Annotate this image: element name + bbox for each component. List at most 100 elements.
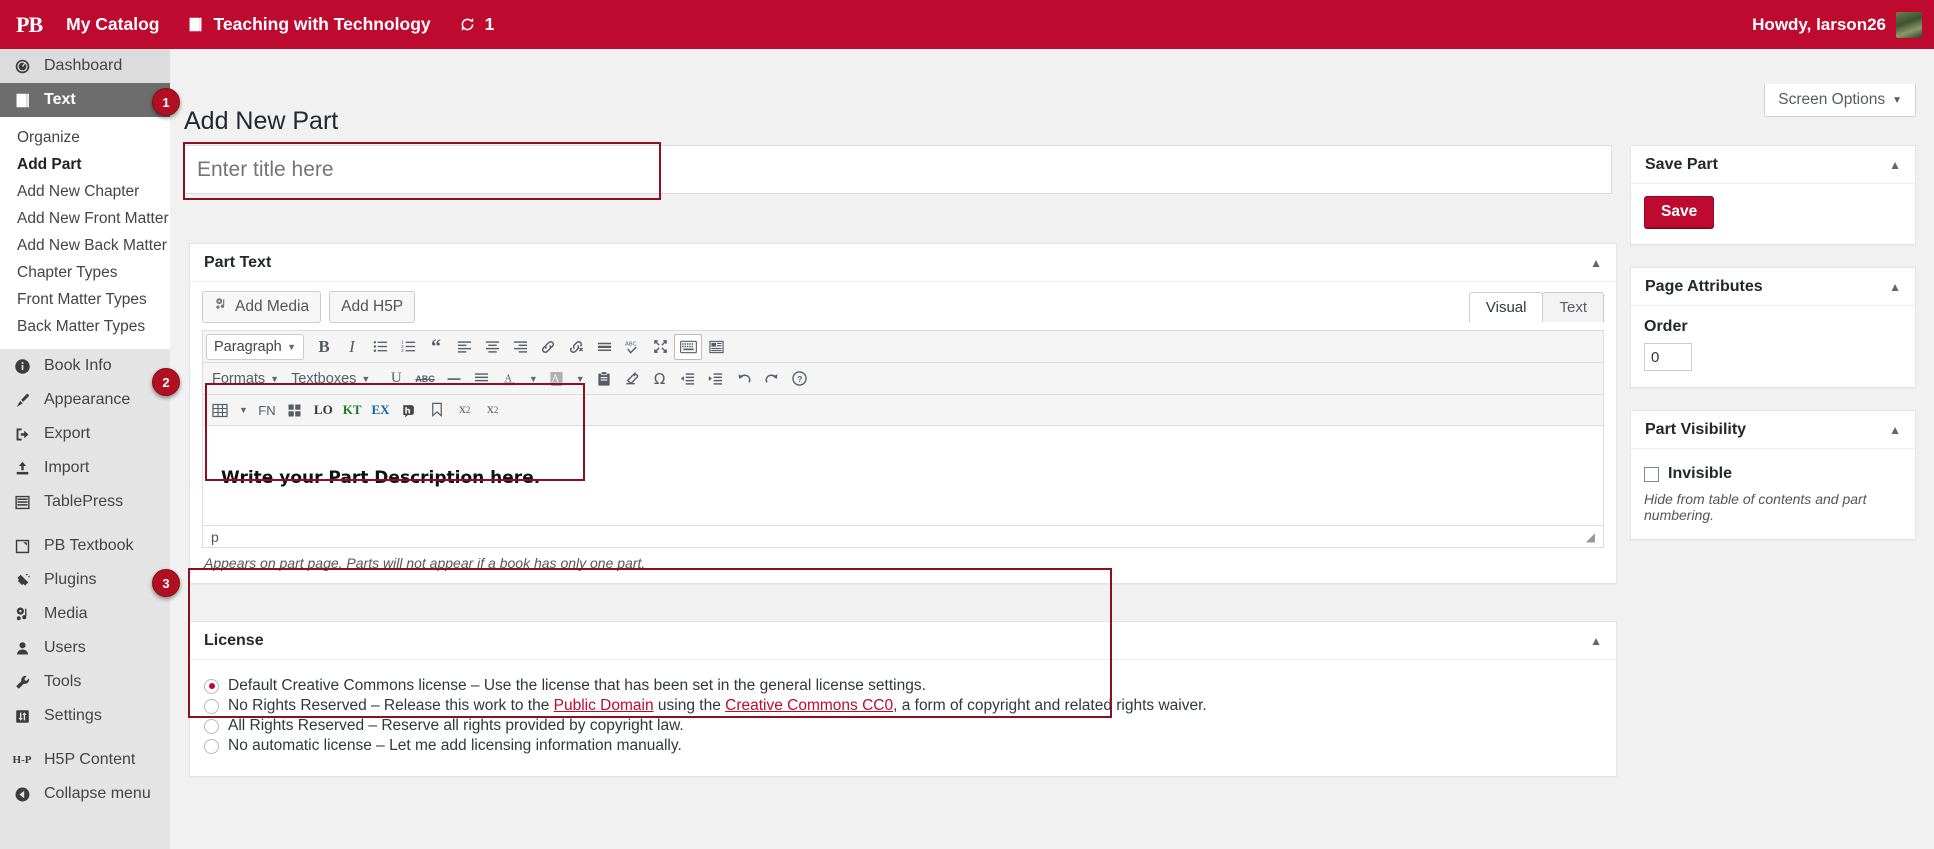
latex-lo-icon[interactable]: LO [309, 397, 338, 423]
invisible-checkbox[interactable] [1644, 466, 1659, 482]
order-input[interactable] [1644, 343, 1692, 371]
bold-icon[interactable]: B [310, 334, 338, 360]
paragraph-format-select[interactable]: Paragraph ▼ [206, 333, 304, 360]
collapse-toggle-icon[interactable]: ▲ [1889, 158, 1901, 172]
screen-options-toggle[interactable]: Screen Options ▼ [1764, 84, 1916, 117]
sidebar-item-users[interactable]: Users [0, 631, 170, 665]
sidebar-item-tablepress[interactable]: TablePress [0, 485, 170, 519]
collapse-toggle-icon[interactable]: ▲ [1590, 634, 1602, 648]
page-attributes-header[interactable]: Page Attributes ▲ [1631, 268, 1915, 306]
sidebar-item-plugins[interactable]: Plugins [0, 563, 170, 597]
table-icon[interactable] [206, 397, 234, 423]
radio-no-rights-reserved[interactable] [204, 698, 219, 714]
tab-visual[interactable]: Visual [1468, 292, 1544, 322]
paste-as-text-icon[interactable] [590, 366, 618, 392]
title-input[interactable] [184, 145, 1612, 194]
anchor-icon[interactable] [423, 397, 451, 423]
license-header[interactable]: License ▲ [190, 622, 1616, 660]
part-visibility-header[interactable]: Part Visibility ▲ [1631, 411, 1915, 449]
public-domain-link[interactable]: Public Domain [554, 697, 654, 714]
sidebar-item-media[interactable]: Media [0, 597, 170, 631]
clear-formatting-icon[interactable] [618, 366, 646, 392]
sidebar-item-dashboard[interactable]: Dashboard [0, 49, 170, 83]
align-right-icon[interactable] [506, 334, 534, 360]
blockquote-icon[interactable]: “ [422, 334, 450, 360]
fullscreen-icon[interactable] [646, 334, 674, 360]
editor-resize-handle[interactable]: ◢ [1586, 530, 1595, 544]
help-icon[interactable]: ? [786, 366, 814, 392]
save-part-header[interactable]: Save Part ▲ [1631, 146, 1915, 184]
tab-text[interactable]: Text [1542, 292, 1604, 322]
editor-content-area[interactable]: Write your Part Description here. [202, 426, 1604, 527]
sidebar-item-import[interactable]: Import [0, 451, 170, 485]
background-color-icon[interactable]: A [543, 366, 571, 392]
add-media-button[interactable]: Add Media [202, 291, 322, 324]
unlink-icon[interactable] [562, 334, 590, 360]
admin-bar-my-catalog[interactable]: My Catalog [52, 0, 173, 49]
formats-menu[interactable]: Formats ▼ [206, 371, 285, 387]
license-option-default[interactable]: Default Creative Commons license – Use t… [204, 676, 1602, 696]
admin-bar-site-name[interactable]: Teaching with Technology [173, 0, 444, 49]
italic-icon[interactable]: I [338, 334, 366, 360]
anchor-block-icon[interactable] [702, 334, 730, 360]
sidebar-item-settings[interactable]: Settings [0, 699, 170, 733]
invisible-checkbox-row[interactable]: Invisible [1644, 465, 1902, 483]
sidebar-item-appearance[interactable]: Appearance [0, 383, 170, 417]
pressbooks-logo[interactable]: PB [8, 12, 52, 38]
submenu-item-chapter-types[interactable]: Chapter Types [0, 259, 170, 286]
save-button[interactable]: Save [1644, 196, 1715, 228]
textboxes-menu[interactable]: Textboxes ▼ [285, 371, 376, 387]
align-left-icon[interactable] [450, 334, 478, 360]
strikethrough-icon[interactable]: ABC [410, 366, 440, 392]
table-caret-icon[interactable]: ▼ [234, 397, 253, 423]
collapse-toggle-icon[interactable]: ▲ [1590, 256, 1602, 270]
subscript-icon[interactable]: x2 [479, 397, 507, 423]
bulleted-list-icon[interactable] [366, 334, 394, 360]
sidebar-item-export[interactable]: Export [0, 417, 170, 451]
license-option-no-rights-reserved[interactable]: No Rights Reserved – Release this work t… [204, 696, 1602, 716]
collapse-toggle-icon[interactable]: ▲ [1889, 423, 1901, 437]
submenu-item-add-new-back-matter[interactable]: Add New Back Matter [0, 232, 170, 259]
text-color-caret-icon[interactable]: ▼ [524, 366, 543, 392]
radio-default-cc[interactable] [204, 678, 219, 694]
toolbar-toggle-icon[interactable] [674, 333, 702, 360]
special-character-icon[interactable]: Ω [646, 366, 674, 392]
superscript-icon[interactable]: x2 [451, 397, 479, 423]
sidebar-item-book-info[interactable]: Book Info [0, 349, 170, 383]
radio-no-automatic-license[interactable] [204, 738, 219, 754]
submenu-item-front-matter-types[interactable]: Front Matter Types [0, 286, 170, 313]
text-color-icon[interactable]: A [496, 366, 524, 392]
collapse-toggle-icon[interactable]: ▲ [1889, 280, 1901, 294]
creative-commons-cc0-link[interactable]: Creative Commons CC0 [725, 697, 893, 714]
submenu-item-add-new-front-matter[interactable]: Add New Front Matter [0, 205, 170, 232]
admin-bar-updates[interactable]: 1 [445, 0, 509, 49]
redo-icon[interactable] [758, 366, 786, 392]
undo-icon[interactable] [730, 366, 758, 392]
spellcheck-icon[interactable]: ABC [618, 334, 646, 360]
hypothesis-icon[interactable] [395, 397, 423, 423]
sidebar-item-tools[interactable]: Tools [0, 665, 170, 699]
read-more-icon[interactable] [590, 334, 618, 360]
submenu-item-add-part[interactable]: Add Part [0, 151, 170, 178]
sidebar-item-collapse-menu[interactable]: Collapse menu [0, 777, 170, 811]
radio-all-rights-reserved[interactable] [204, 718, 219, 734]
indent-icon[interactable] [702, 366, 730, 392]
glossary-icon[interactable] [281, 397, 309, 423]
license-option-all-rights-reserved[interactable]: All Rights Reserved – Reserve all rights… [204, 716, 1602, 736]
katex-icon[interactable]: KT [338, 397, 367, 423]
license-option-no-automatic-license[interactable]: No automatic license – Let me add licens… [204, 736, 1602, 756]
justify-icon[interactable] [468, 366, 496, 392]
admin-bar-account[interactable]: Howdy, larson26 [1752, 11, 1934, 38]
footnote-icon[interactable]: FN [253, 397, 281, 423]
editor-path-element[interactable]: p [211, 529, 219, 545]
numbered-list-icon[interactable]: 123 [394, 334, 422, 360]
sidebar-item-h5p-content[interactable]: H-P H5P Content [0, 743, 170, 777]
submenu-item-back-matter-types[interactable]: Back Matter Types [0, 313, 170, 340]
equation-ex-icon[interactable]: EX [367, 397, 395, 423]
outdent-icon[interactable] [674, 366, 702, 392]
align-center-icon[interactable] [478, 334, 506, 360]
horizontal-rule-icon[interactable] [440, 366, 468, 392]
add-h5p-button[interactable]: Add H5P [329, 291, 416, 324]
sidebar-item-text[interactable]: Text [0, 83, 170, 117]
submenu-item-organize[interactable]: Organize [0, 124, 170, 151]
